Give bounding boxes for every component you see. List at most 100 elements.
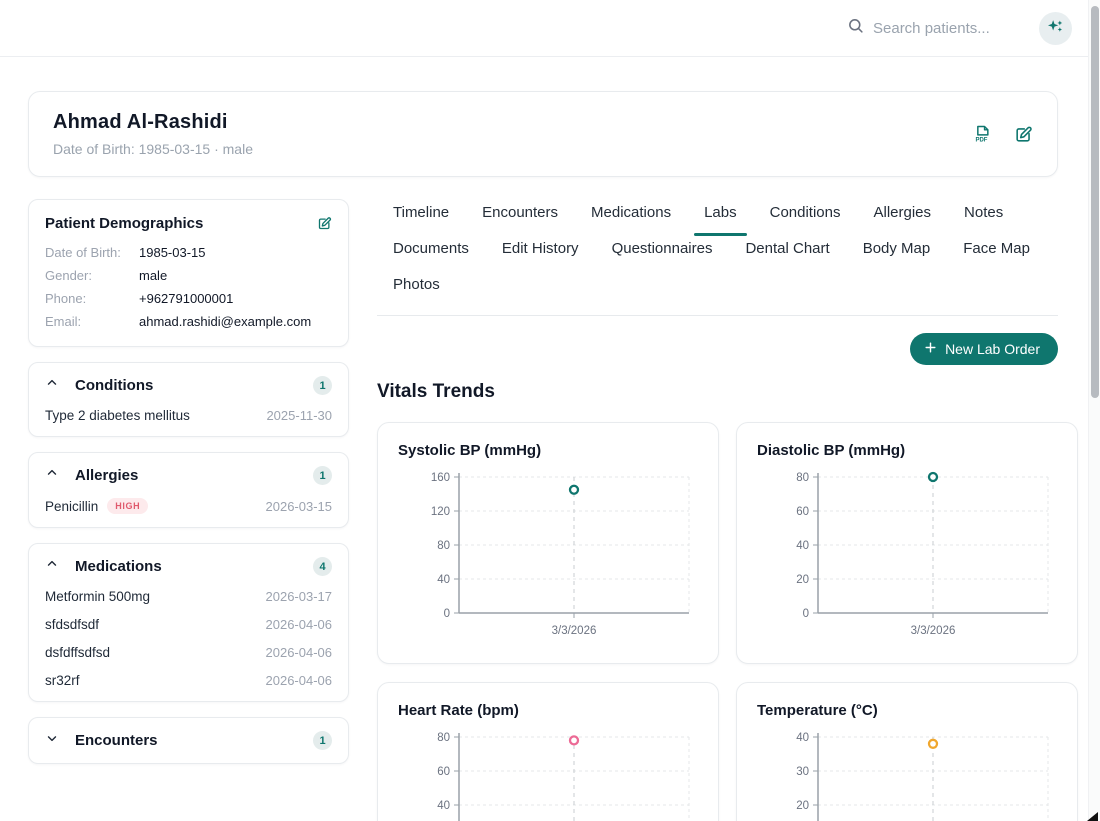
tab-questionnaires[interactable]: Questionnaires xyxy=(612,238,713,260)
medications-section-toggle[interactable]: Medications 4 xyxy=(45,557,332,576)
condition-date: 2025-11-30 xyxy=(266,408,332,423)
sparkles-icon xyxy=(1046,17,1065,39)
tab-dental-chart[interactable]: Dental Chart xyxy=(745,238,829,260)
patient-actions: PDF xyxy=(972,124,1033,144)
field-value: +962791000001 xyxy=(139,291,332,306)
diastolic-bp-chart: 0204060803/3/2026 xyxy=(757,467,1057,650)
record-tabs: Timeline Encounters Medications Labs Con… xyxy=(377,199,1058,316)
tab-labs[interactable]: Labs xyxy=(704,202,737,224)
svg-text:20: 20 xyxy=(796,574,809,586)
condition-name: Type 2 diabetes mellitus xyxy=(45,408,190,423)
tab-conditions[interactable]: Conditions xyxy=(770,202,841,224)
svg-text:20: 20 xyxy=(796,800,809,812)
patient-name: Ahmad Al-Rashidi xyxy=(53,111,253,134)
search-input[interactable] xyxy=(873,20,1023,37)
page-content: Ahmad Al-Rashidi Date of Birth: 1985-03-… xyxy=(0,57,1100,821)
tab-photos[interactable]: Photos xyxy=(393,274,440,296)
svg-text:80: 80 xyxy=(437,540,450,552)
field-label: Gender: xyxy=(45,268,139,283)
svg-text:40: 40 xyxy=(796,540,809,552)
ai-assistant-button[interactable] xyxy=(1039,12,1072,45)
edit-patient-button[interactable] xyxy=(1014,125,1033,144)
allergy-name: Penicillin xyxy=(45,499,98,514)
medication-item[interactable]: sfdsdfsdf 2026-04-06 xyxy=(45,617,332,632)
count-badge: 1 xyxy=(313,731,332,750)
svg-text:60: 60 xyxy=(796,506,809,518)
medication-item[interactable]: dsfdffsdfsd 2026-04-06 xyxy=(45,645,332,660)
edit-pencil-icon xyxy=(1014,132,1033,147)
field-value: ahmad.rashidi@example.com xyxy=(139,314,332,329)
search-icon xyxy=(847,17,864,39)
chevron-up-icon xyxy=(45,376,59,395)
medication-name: sfdsdfsdf xyxy=(45,617,99,632)
allergy-date: 2026-03-15 xyxy=(266,499,333,514)
svg-text:3/3/2026: 3/3/2026 xyxy=(911,625,956,637)
tab-timeline[interactable]: Timeline xyxy=(393,202,449,224)
edit-demographics-button[interactable] xyxy=(317,216,332,231)
patient-subtitle: Date of Birth: 1985-03-15 · male xyxy=(53,141,253,157)
tab-notes[interactable]: Notes xyxy=(964,202,1003,224)
svg-text:40: 40 xyxy=(437,800,450,812)
vitals-charts-grid: Systolic BP (mmHg) 040801201603/3/2026 D… xyxy=(377,422,1058,821)
condition-item[interactable]: Type 2 diabetes mellitus 2025-11-30 xyxy=(45,408,332,423)
medications-card: Medications 4 Metformin 500mg 2026-03-17… xyxy=(28,543,349,702)
conditions-card: Conditions 1 Type 2 diabetes mellitus 20… xyxy=(28,362,349,437)
chevron-down-icon xyxy=(45,731,59,750)
medication-name: dsfdffsdfsd xyxy=(45,645,110,660)
new-lab-order-button[interactable]: New Lab Order xyxy=(910,333,1058,365)
medication-date: 2026-04-06 xyxy=(266,645,333,660)
tab-medications[interactable]: Medications xyxy=(591,202,671,224)
svg-text:0: 0 xyxy=(803,608,809,620)
medication-date: 2026-03-17 xyxy=(266,589,333,604)
svg-text:80: 80 xyxy=(437,732,450,744)
plus-icon xyxy=(924,341,937,357)
encounters-card: Encounters 1 xyxy=(28,717,349,764)
encounters-section-toggle[interactable]: Encounters 1 xyxy=(45,731,332,750)
tab-allergies[interactable]: Allergies xyxy=(874,202,932,224)
count-badge: 1 xyxy=(313,466,332,485)
new-lab-order-label: New Lab Order xyxy=(945,341,1040,357)
medication-name: Metformin 500mg xyxy=(45,589,150,604)
vertical-scrollbar-thumb[interactable] xyxy=(1091,6,1099,398)
chart-card-temperature: Temperature (°C) 0102030403/3/2026 xyxy=(736,682,1078,821)
chart-card-heart-rate: Heart Rate (bpm) 0204060803/3/2026 xyxy=(377,682,719,821)
field-label: Date of Birth: xyxy=(45,245,139,260)
chevron-up-icon xyxy=(45,557,59,576)
svg-text:3/3/2026: 3/3/2026 xyxy=(552,625,597,637)
svg-text:0: 0 xyxy=(444,608,450,620)
medication-date: 2026-04-06 xyxy=(266,673,333,688)
field-value: 1985-03-15 xyxy=(139,245,332,260)
tab-face-map[interactable]: Face Map xyxy=(963,238,1030,260)
section-title: Allergies xyxy=(75,467,313,484)
top-bar xyxy=(0,0,1100,57)
tab-body-map[interactable]: Body Map xyxy=(863,238,931,260)
chart-title: Diastolic BP (mmHg) xyxy=(757,442,1057,459)
vertical-scrollbar-track[interactable] xyxy=(1088,0,1100,821)
svg-text:120: 120 xyxy=(431,506,450,518)
count-badge: 1 xyxy=(313,376,332,395)
tab-edit-history[interactable]: Edit History xyxy=(502,238,579,260)
medication-date: 2026-04-06 xyxy=(266,617,333,632)
allergies-card: Allergies 1 Penicillin HIGH 2026-03-15 xyxy=(28,452,349,528)
conditions-section-toggle[interactable]: Conditions 1 xyxy=(45,376,332,395)
chart-card-systolic-bp: Systolic BP (mmHg) 040801201603/3/2026 xyxy=(377,422,719,664)
demographics-card: Patient Demographics Date of Birth: 1985… xyxy=(28,199,349,347)
chart-title: Systolic BP (mmHg) xyxy=(398,442,698,459)
chevron-up-icon xyxy=(45,466,59,485)
tab-encounters[interactable]: Encounters xyxy=(482,202,558,224)
medication-item[interactable]: Metformin 500mg 2026-03-17 xyxy=(45,589,332,604)
svg-text:40: 40 xyxy=(437,574,450,586)
medication-item[interactable]: sr32rf 2026-04-06 xyxy=(45,673,332,688)
export-pdf-button[interactable]: PDF xyxy=(972,124,992,144)
section-title: Conditions xyxy=(75,377,313,394)
search-field[interactable] xyxy=(847,17,1023,39)
allergies-section-toggle[interactable]: Allergies 1 xyxy=(45,466,332,485)
edit-pencil-icon xyxy=(317,219,332,234)
svg-text:40: 40 xyxy=(796,732,809,744)
pdf-label: PDF xyxy=(976,138,988,144)
svg-text:30: 30 xyxy=(796,766,809,778)
tab-documents[interactable]: Documents xyxy=(393,238,469,260)
field-label: Phone: xyxy=(45,291,139,306)
systolic-bp-chart: 040801201603/3/2026 xyxy=(398,467,698,650)
allergy-item[interactable]: Penicillin HIGH 2026-03-15 xyxy=(45,498,332,514)
